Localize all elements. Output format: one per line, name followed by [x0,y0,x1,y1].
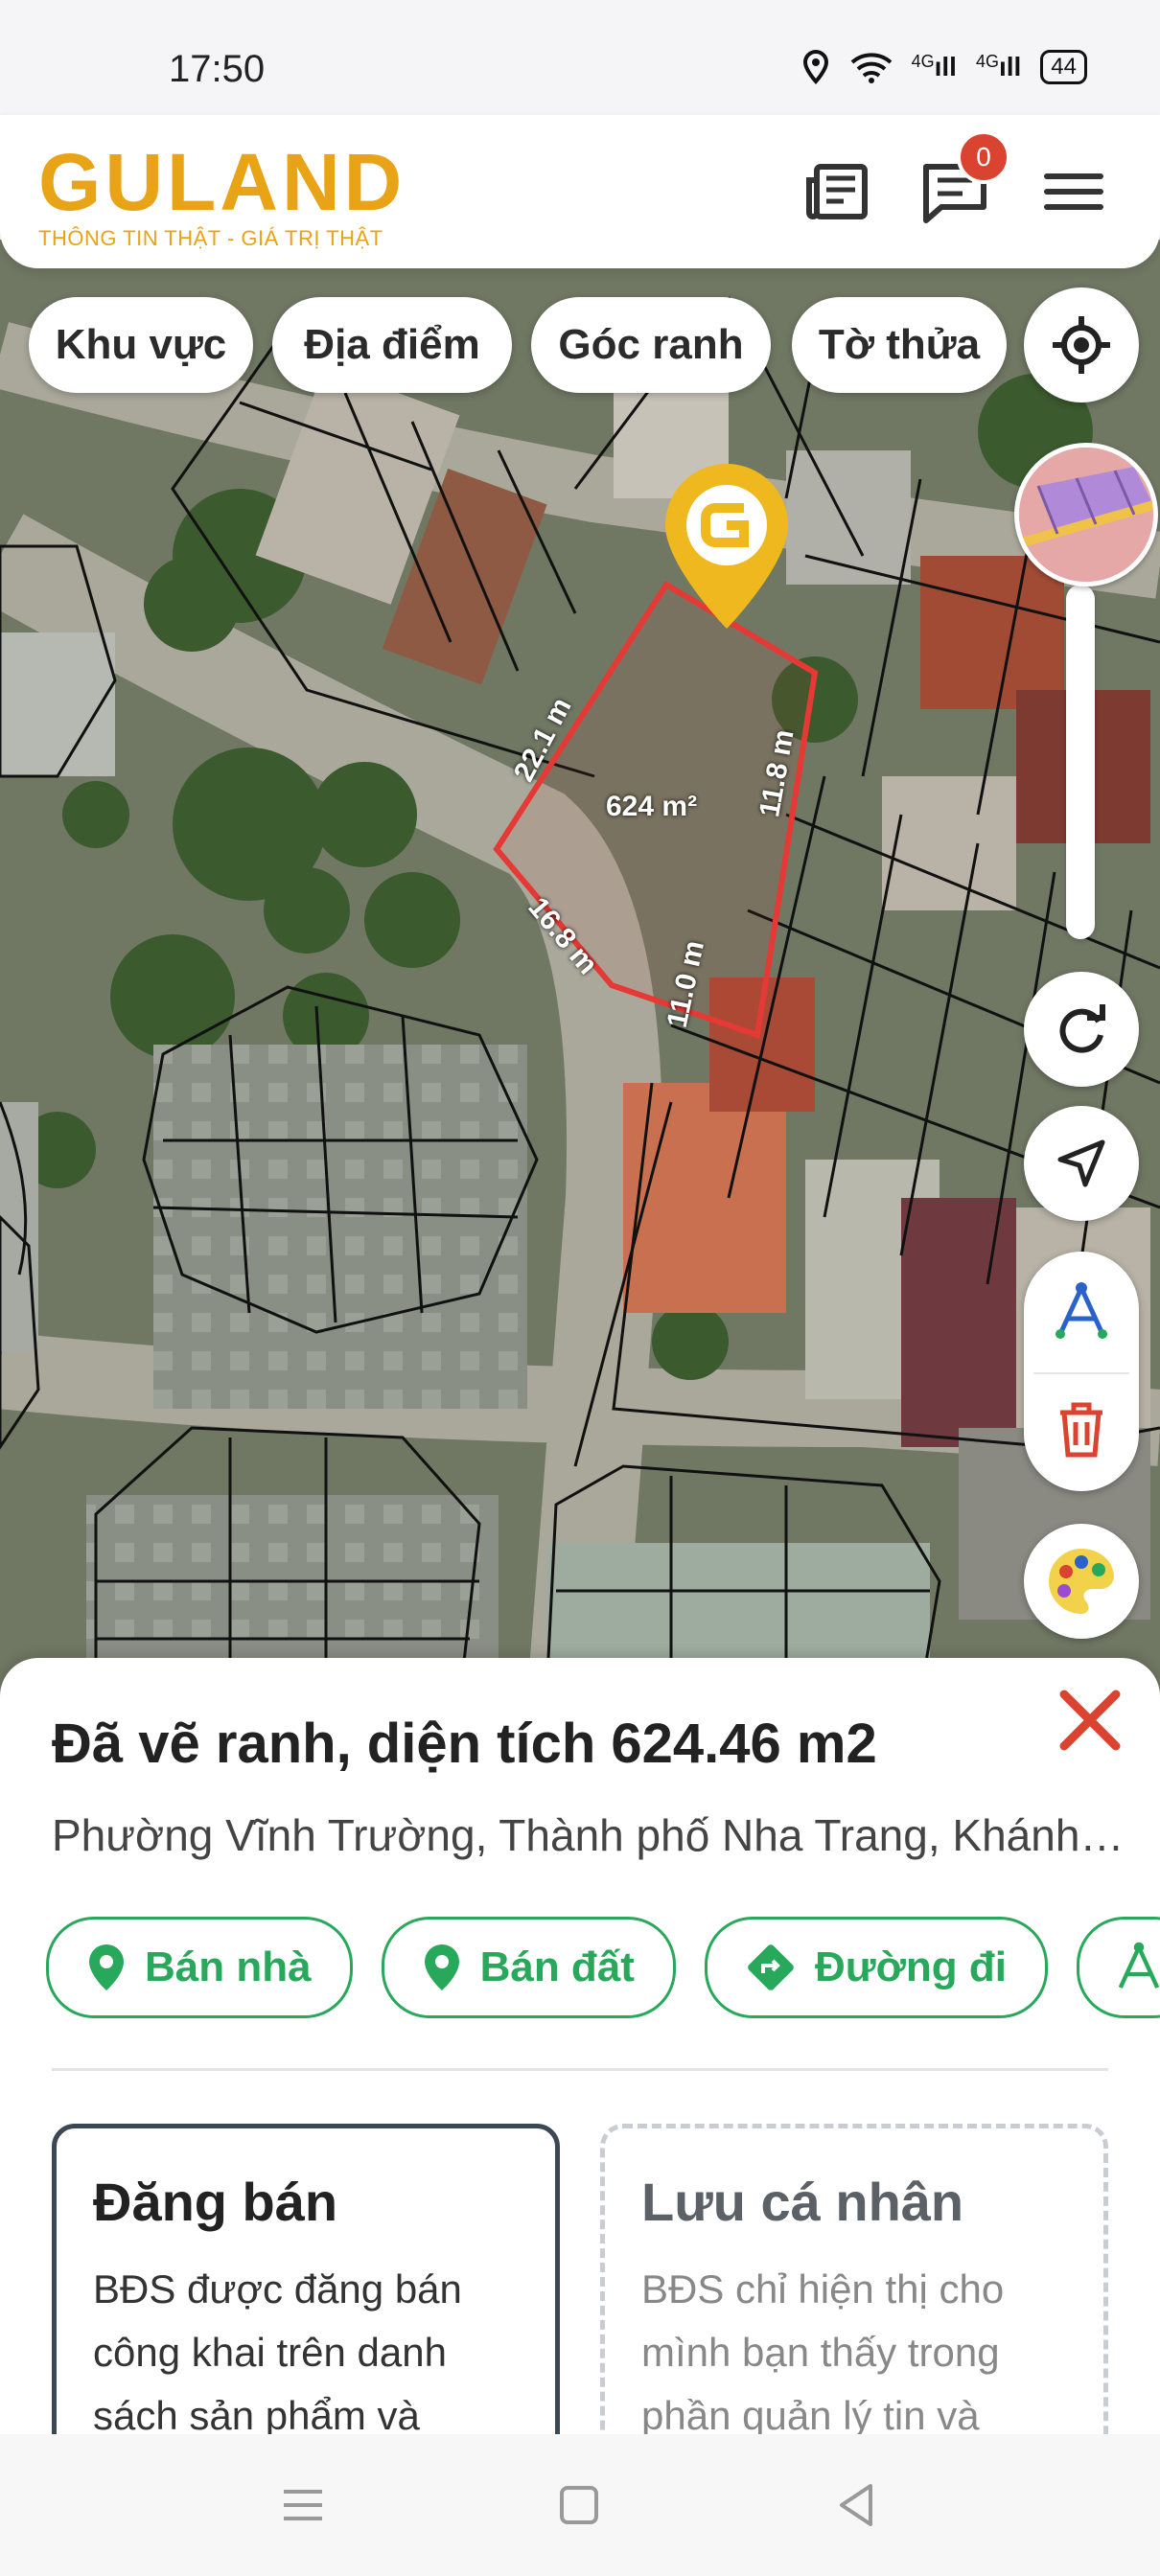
system-nav-bar [0,2434,1160,2576]
card-description: BĐS được đăng bán công khai trên danh sá… [93,2266,462,2434]
directions-button[interactable]: Đường đi [704,1917,1048,2018]
news-icon[interactable] [800,153,876,230]
action-row: Bán nhà Bán đất Đường đi [46,1917,1160,2018]
card-description: BĐS chỉ hiện thị cho mình bạn thấy trong… [641,2266,1005,2434]
wifi-icon [850,53,892,83]
palette-icon [1048,1549,1114,1614]
measure-icon [1118,1942,1160,1989]
location-icon [802,50,828,84]
app-header: GULAND THÔNG TIN THẬT - GIÁ TRỊ THẬT 0 [0,115,1160,268]
sell-house-button[interactable]: Bán nhà [46,1917,353,2018]
refresh-icon [1059,1004,1105,1053]
action-label: Bán nhà [145,1944,312,1990]
status-bar: 17:50 4Gıll 4Gıll 44 [0,0,1160,115]
satellite-map[interactable]: 22.1 m 11.8 m 16.8 m 11.0 m 624 m² [0,240,1160,1696]
action-label: Đường đi [814,1944,1007,1990]
location-pin-icon [89,1944,124,1990]
private-save-card[interactable]: Lưu cá nhân BĐS chỉ hiện thị cho mình bạ… [600,2124,1108,2434]
close-icon[interactable] [1047,1677,1133,1763]
recent-apps-icon[interactable] [274,2476,332,2534]
directions-icon [748,1944,794,1990]
area-label: 624 m² [606,791,698,822]
logo-slogan: THÔNG TIN THẬT - GIÁ TRỊ THẬT [38,226,383,250]
filter-chip-place[interactable]: Địa điểm [272,297,512,393]
area-title: Đã vẽ ranh, diện tích 624.46 m2 [52,1713,877,1775]
chat-button[interactable]: 0 [916,130,1010,230]
clock: 17:50 [169,48,266,90]
back-icon[interactable] [828,2476,886,2534]
card-title: Đăng bán [93,2172,338,2232]
map-pin-icon[interactable] [661,460,792,632]
refresh-button[interactable] [1024,972,1139,1087]
address-text: Phường Vĩnh Trường, Thành phố Nha Trang,… [52,1810,1135,1860]
filter-chip-area[interactable]: Khu vực [29,297,253,393]
style-button[interactable] [1024,1524,1139,1639]
draw-tools-panel [1024,1252,1139,1491]
sell-land-button[interactable]: Bán đất [381,1917,676,2018]
logo-text: GULAND [38,137,406,227]
filter-chip-sheet[interactable]: Tờ thửa [792,297,1007,393]
signal-icon: 4Gıll [975,52,1022,81]
trash-icon[interactable] [1056,1401,1106,1459]
public-listing-card[interactable]: Đăng bán BĐS được đăng bán công khai trê… [52,2124,560,2434]
navigate-icon [1057,1139,1105,1187]
locate-icon [1053,316,1110,374]
battery-icon: 44 [1040,50,1087,84]
status-icons: 4Gıll 4Gıll 44 [800,50,1087,84]
result-sheet: Đã vẽ ranh, diện tích 624.46 m2 Phường V… [0,1658,1160,2434]
filter-chip-corner[interactable]: Góc ranh [531,297,771,393]
measure-action-button[interactable] [1076,1917,1160,2018]
location-pin-icon [424,1944,459,1990]
navigate-button[interactable] [1024,1106,1139,1221]
zoom-slider[interactable] [1066,585,1095,939]
notification-badge: 0 [957,130,1010,184]
home-icon[interactable] [550,2476,608,2534]
guland-logo[interactable]: GULAND THÔNG TIN THẬT - GIÁ TRỊ THẬT [38,142,406,251]
layer-thumbnail[interactable] [1014,443,1158,586]
action-label: Bán đất [479,1944,635,1990]
signal-icon: 4Gıll [911,52,957,81]
measure-icon[interactable] [1051,1280,1112,1342]
divider [52,2068,1108,2071]
menu-icon[interactable] [1035,153,1112,230]
card-title: Lưu cá nhân [641,2172,964,2232]
locate-button[interactable] [1024,288,1139,402]
